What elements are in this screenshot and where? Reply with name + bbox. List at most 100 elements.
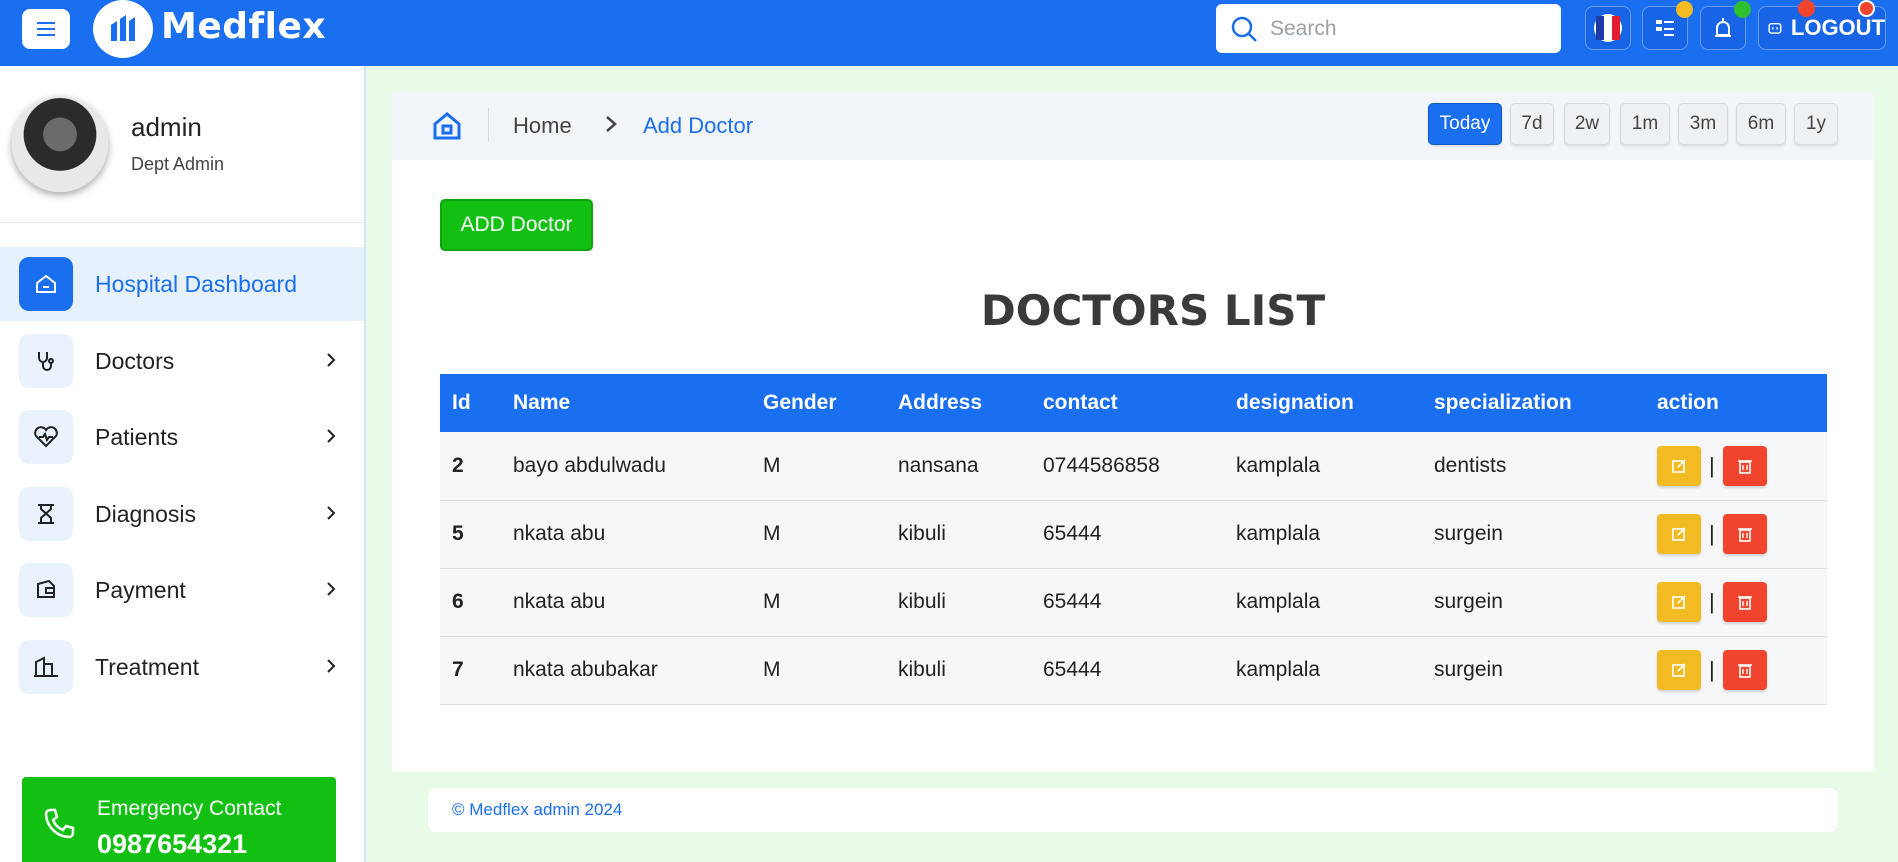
range-3m-button[interactable]: 3m (1678, 103, 1728, 145)
range-1y-button[interactable]: 1y (1794, 103, 1838, 145)
delete-button[interactable] (1722, 582, 1767, 622)
logout-badge (1798, 0, 1815, 17)
hamburger-icon (37, 28, 55, 30)
home-icon[interactable] (430, 109, 464, 143)
cell-designation: kamplala (1224, 432, 1422, 501)
action-separator: | (1709, 589, 1715, 614)
logout-badge-2 (1858, 0, 1875, 17)
table-row: 2 bayo abdulwadu M nansana 0744586858 ka… (440, 432, 1827, 501)
delete-button[interactable] (1722, 445, 1767, 486)
chevron-right-icon (327, 353, 336, 367)
doctors-table: Id Name Gender Address contact designati… (440, 374, 1827, 705)
cell-contact: 65444 (1031, 500, 1224, 569)
sidebar-item-label: Patients (95, 423, 179, 450)
search-box[interactable] (1216, 4, 1561, 53)
edit-icon (1672, 663, 1686, 677)
cell-address: kibuli (886, 568, 1031, 637)
delete-button[interactable] (1722, 650, 1767, 690)
menu-toggle-button[interactable] (22, 9, 70, 49)
checklist-icon (1656, 20, 1674, 36)
edit-icon (1672, 527, 1686, 541)
sidebar-item-diagnosis[interactable]: Diagnosis (0, 477, 364, 551)
logo-icon (111, 15, 135, 41)
page-title: DOCTORS LIST (980, 286, 1326, 335)
action-separator: | (1709, 657, 1715, 682)
robot-icon (1768, 22, 1782, 34)
emergency-contact-card[interactable]: Emergency Contact 0987654321 (22, 777, 336, 862)
sidebar: admin Dept Admin Hospital Dashboard Doct… (0, 66, 366, 862)
cell-specialization: surgein (1422, 568, 1645, 637)
column-header-address: Address (886, 374, 1031, 432)
cell-specialization: surgein (1422, 500, 1645, 569)
trash-icon (1737, 596, 1752, 610)
sidebar-item-doctors[interactable]: Doctors (0, 324, 364, 398)
range-today-button[interactable]: Today (1428, 103, 1502, 145)
cell-specialization: surgein (1422, 636, 1645, 705)
column-header-id: Id (440, 374, 501, 432)
logout-label: LOGOUT (1790, 15, 1885, 40)
breadcrumb-current: Add Doctor (643, 113, 754, 138)
sidebar-item-patients[interactable]: Patients (0, 400, 364, 474)
breadcrumb-divider (488, 108, 489, 142)
cell-action: | (1645, 568, 1827, 637)
cell-name: nkata abubakar (501, 636, 751, 705)
footer-copyright: © Medflex admin 2024 (452, 800, 623, 819)
sidebar-item-treatment[interactable]: Treatment (0, 630, 364, 704)
edit-icon (1672, 595, 1686, 609)
sidebar-divider (0, 222, 364, 223)
cell-designation: kamplala (1224, 500, 1422, 569)
search-input[interactable] (1270, 16, 1540, 41)
range-6m-button[interactable]: 6m (1736, 103, 1786, 145)
language-button[interactable] (1585, 6, 1631, 50)
logo[interactable] (93, 0, 153, 58)
range-2w-button[interactable]: 2w (1564, 103, 1610, 145)
table-row: 6 nkata abu M kibuli 65444 kamplala surg… (440, 568, 1827, 637)
cell-contact: 65444 (1031, 568, 1224, 637)
breadcrumb-home-link[interactable]: Home (513, 113, 572, 139)
action-separator: | (1709, 452, 1715, 478)
cell-id: 7 (440, 636, 501, 705)
cell-name: nkata abu (501, 568, 751, 637)
cell-id: 5 (440, 500, 501, 569)
home-icon (19, 257, 73, 311)
alerts-badge (1734, 1, 1751, 18)
tasks-button[interactable] (1642, 1, 1693, 50)
table-row: 5 nkata abu M kibuli 65444 kamplala surg… (440, 500, 1827, 569)
cell-address: nansana (886, 432, 1031, 501)
search-icon (1231, 16, 1257, 42)
chevron-right-icon (606, 116, 617, 132)
range-7d-button[interactable]: 7d (1510, 103, 1554, 145)
table-header-row: Id Name Gender Address contact designati… (440, 374, 1827, 432)
sidebar-item-label: Treatment (95, 653, 199, 680)
alarm-icon (1715, 18, 1731, 37)
sidebar-item-hospital-dashboard[interactable]: Hospital Dashboard (0, 247, 364, 321)
logout-button[interactable]: LOGOUT (1758, 0, 1886, 50)
sidebar-item-label: Doctors (95, 347, 175, 374)
alerts-button[interactable] (1700, 1, 1751, 50)
trash-icon (1737, 459, 1752, 474)
wallet-icon (19, 563, 73, 617)
column-header-specialization: specialization (1422, 374, 1645, 432)
sidebar-item-label: Payment (95, 576, 186, 603)
trash-icon (1737, 528, 1752, 542)
delete-button[interactable] (1722, 514, 1767, 554)
edit-button[interactable] (1657, 582, 1701, 622)
sidebar-item-payment[interactable]: Payment (0, 553, 364, 627)
cell-name: bayo abdulwadu (501, 432, 751, 501)
cell-contact: 0744586858 (1031, 432, 1224, 501)
range-1m-button[interactable]: 1m (1620, 103, 1670, 145)
table-row: 7 nkata abubakar M kibuli 65444 kamplala… (440, 636, 1827, 705)
footer: © Medflex admin 2024 (428, 788, 1838, 832)
edit-button[interactable] (1657, 445, 1701, 486)
cell-action: | (1645, 500, 1827, 569)
add-doctor-button[interactable]: ADD Doctor (440, 199, 593, 251)
cell-name: nkata abu (501, 500, 751, 569)
edit-button[interactable] (1657, 650, 1701, 690)
avatar[interactable] (12, 96, 108, 192)
user-name: admin (131, 112, 202, 142)
tasks-badge (1676, 1, 1693, 18)
edit-button[interactable] (1657, 514, 1701, 554)
chevron-right-icon (327, 659, 336, 673)
cell-gender: M (751, 568, 886, 637)
brand-name: Medflex (161, 6, 327, 47)
